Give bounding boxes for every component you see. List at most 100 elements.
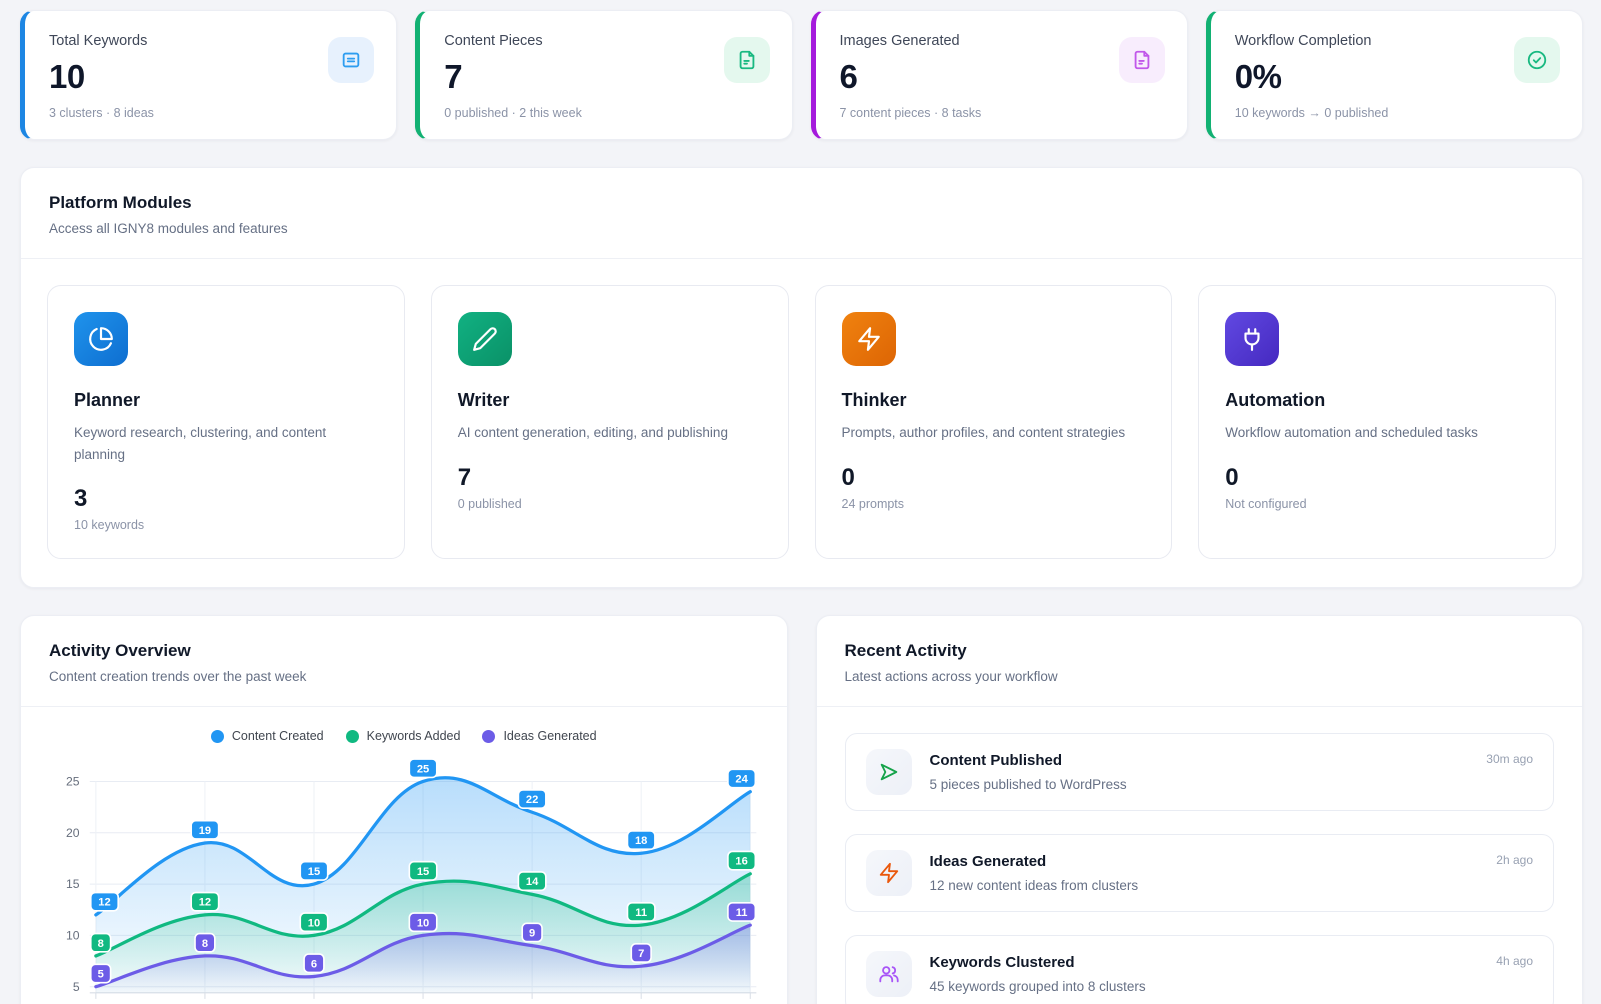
activity-description: 12 new content ideas from clusters xyxy=(930,878,1534,893)
legend-label: Content Created xyxy=(232,729,324,743)
stat-title: Content Pieces xyxy=(444,33,767,49)
module-stat-label: 0 published xyxy=(458,497,762,511)
svg-text:9: 9 xyxy=(529,928,535,940)
svg-text:12: 12 xyxy=(199,897,211,909)
stat-subtitle: 3 clusters · 8 ideas xyxy=(49,106,372,120)
keywords-note-icon xyxy=(328,37,374,83)
platform-modules-panel: Platform Modules Access all IGNY8 module… xyxy=(20,167,1583,588)
svg-text:7: 7 xyxy=(638,948,644,960)
activity-overview-header: Activity Overview Content creation trend… xyxy=(21,616,787,707)
plug-icon xyxy=(1225,312,1279,366)
svg-text:10: 10 xyxy=(417,917,429,929)
bottom-row: Activity Overview Content creation trend… xyxy=(20,588,1583,1004)
activity-item-content-published: Content Published 30m ago 5 pieces publi… xyxy=(845,733,1555,811)
svg-text:5: 5 xyxy=(73,980,80,994)
legend-label: Ideas Generated xyxy=(503,729,596,743)
svg-text:18: 18 xyxy=(635,835,647,847)
legend-item-content-created[interactable]: Content Created xyxy=(211,729,324,743)
stat-value: 0% xyxy=(1235,58,1558,96)
svg-text:6: 6 xyxy=(311,958,317,970)
module-card-thinker[interactable]: Thinker Prompts, author profiles, and co… xyxy=(815,285,1173,559)
stat-value: 6 xyxy=(840,58,1163,96)
activity-description: 45 keywords grouped into 8 clusters xyxy=(930,979,1534,994)
stat-subtitle: 10 keywords → 0 published xyxy=(1235,106,1558,120)
svg-text:19: 19 xyxy=(199,825,211,837)
panel-title: Activity Overview xyxy=(49,641,759,661)
module-card-writer[interactable]: Writer AI content generation, editing, a… xyxy=(431,285,789,559)
svg-text:15: 15 xyxy=(66,877,80,891)
file-text-icon xyxy=(1119,37,1165,83)
activity-title: Content Published xyxy=(930,752,1063,769)
recent-activity-panel: Recent Activity Latest actions across yo… xyxy=(816,615,1584,1004)
module-card-automation[interactable]: Automation Workflow automation and sched… xyxy=(1198,285,1556,559)
chart-legend: Content Created Keywords Added Ideas Gen… xyxy=(43,729,765,743)
stat-title: Images Generated xyxy=(840,33,1163,49)
svg-text:8: 8 xyxy=(98,938,104,950)
panel-title: Platform Modules xyxy=(49,193,1554,213)
svg-text:15: 15 xyxy=(417,866,429,878)
module-stat-value: 0 xyxy=(842,464,1146,492)
activity-title: Keywords Clustered xyxy=(930,954,1075,971)
svg-text:16: 16 xyxy=(735,856,747,868)
activity-time: 2h ago xyxy=(1496,853,1533,867)
svg-text:14: 14 xyxy=(526,876,539,888)
module-stat-label: Not configured xyxy=(1225,497,1529,511)
module-card-planner[interactable]: Planner Keyword research, clustering, an… xyxy=(47,285,405,559)
module-description: Keyword research, clustering, and conten… xyxy=(74,422,378,465)
stats-row: Total Keywords 10 3 clusters · 8 ideas C… xyxy=(20,10,1583,140)
svg-text:15: 15 xyxy=(308,866,320,878)
file-text-icon xyxy=(724,37,770,83)
activity-overview-panel: Activity Overview Content creation trend… xyxy=(20,615,788,1004)
send-icon xyxy=(866,749,912,795)
module-description: AI content generation, editing, and publ… xyxy=(458,422,762,444)
svg-text:11: 11 xyxy=(635,907,647,919)
legend-label: Keywords Added xyxy=(367,729,461,743)
legend-dot-icon xyxy=(346,730,359,743)
svg-text:11: 11 xyxy=(736,907,748,919)
panel-subtitle: Access all IGNY8 modules and features xyxy=(49,221,1554,236)
modules-row: Planner Keyword research, clustering, an… xyxy=(21,259,1582,587)
module-name: Automation xyxy=(1225,390,1529,411)
legend-dot-icon xyxy=(211,730,224,743)
module-name: Thinker xyxy=(842,390,1146,411)
svg-text:10: 10 xyxy=(66,929,80,943)
pie-chart-icon xyxy=(74,312,128,366)
svg-text:25: 25 xyxy=(66,775,80,789)
dashboard: Total Keywords 10 3 clusters · 8 ideas C… xyxy=(0,0,1601,1004)
pencil-icon xyxy=(458,312,512,366)
legend-item-keywords-added[interactable]: Keywords Added xyxy=(346,729,461,743)
stat-card-images-generated: Images Generated 6 7 content pieces · 8 … xyxy=(811,10,1188,140)
panel-subtitle: Content creation trends over the past we… xyxy=(49,669,759,684)
module-stat-value: 3 xyxy=(74,485,378,513)
module-name: Writer xyxy=(458,390,762,411)
recent-activity-header: Recent Activity Latest actions across yo… xyxy=(817,616,1583,707)
stat-card-total-keywords: Total Keywords 10 3 clusters · 8 ideas xyxy=(20,10,397,140)
svg-text:8: 8 xyxy=(202,938,208,950)
module-stat-label: 10 keywords xyxy=(74,518,378,532)
stat-subtitle: 0 published · 2 this week xyxy=(444,106,767,120)
module-stat-label: 24 prompts xyxy=(842,497,1146,511)
stat-value: 7 xyxy=(444,58,767,96)
svg-text:22: 22 xyxy=(526,794,538,806)
stat-value: 10 xyxy=(49,58,372,96)
svg-text:24: 24 xyxy=(735,774,748,786)
svg-text:25: 25 xyxy=(417,763,429,775)
stat-title: Total Keywords xyxy=(49,33,372,49)
legend-item-ideas-generated[interactable]: Ideas Generated xyxy=(482,729,596,743)
panel-title: Recent Activity xyxy=(845,641,1555,661)
module-name: Planner xyxy=(74,390,378,411)
module-description: Workflow automation and scheduled tasks xyxy=(1225,422,1529,444)
activity-time: 30m ago xyxy=(1486,752,1533,766)
svg-text:20: 20 xyxy=(66,826,80,840)
module-stat-value: 7 xyxy=(458,464,762,492)
activity-chart-area: Content Created Keywords Added Ideas Gen… xyxy=(21,707,787,1004)
legend-dot-icon xyxy=(482,730,495,743)
stat-subtitle: 7 content pieces · 8 tasks xyxy=(840,106,1163,120)
activity-item-ideas-generated: Ideas Generated 2h ago 12 new content id… xyxy=(845,834,1555,912)
activity-list: Content Published 30m ago 5 pieces publi… xyxy=(817,707,1583,1004)
activity-item-keywords-clustered: Keywords Clustered 4h ago 45 keywords gr… xyxy=(845,935,1555,1004)
module-stat-value: 0 xyxy=(1225,464,1529,492)
svg-text:10: 10 xyxy=(308,917,320,929)
module-description: Prompts, author profiles, and content st… xyxy=(842,422,1146,444)
activity-line-chart: 510152025MonTueWedThuFriSatSun1219152522… xyxy=(43,753,765,1004)
